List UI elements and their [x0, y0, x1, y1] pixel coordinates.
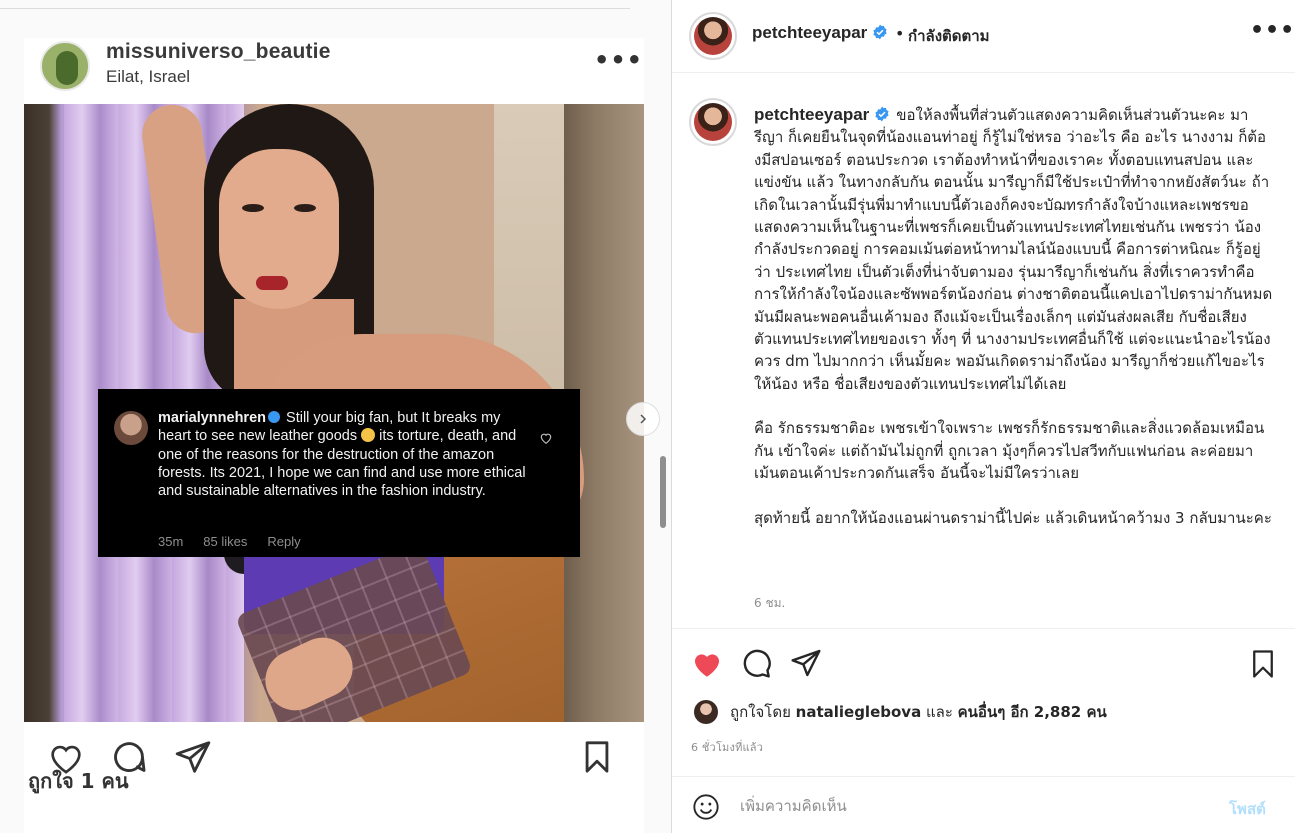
comment-input[interactable]: [740, 791, 1200, 821]
liked-by-line: ถูกใจโดย natalieglebova และ คนอื่นๆ อีก …: [694, 700, 1107, 724]
caption-paragraph-3: สุดท้ายนี้ อยากให้น้องแอนผ่านดราม่านี้ไป…: [754, 508, 1272, 527]
liked-by-and: และ: [921, 703, 958, 721]
emoji-picker-icon[interactable]: [692, 793, 720, 821]
comment-icon[interactable]: [740, 647, 772, 679]
caption-paragraph-2: คือ รักธรรมชาติอะ เพชรเข้าใจเพราะ เพชรก็…: [754, 419, 1265, 483]
eye-left-shape: [242, 204, 264, 212]
overlay-comment: marialynnehren Still your big fan, but I…: [98, 389, 580, 557]
caption-paragraph-1: petchteeyapar ขอให้ลงพื้นที่ส่วนตัวแสดงคว…: [754, 104, 1274, 395]
overlay-comment-text: marialynnehren Still your big fan, but I…: [158, 409, 526, 500]
embedded-location: Eilat, Israel: [106, 67, 191, 86]
caption-avatar[interactable]: [689, 98, 737, 146]
overlay-avatar: [114, 411, 148, 445]
liked-by-prefix: ถูกใจโดย: [730, 703, 796, 721]
embedded-likes-count: ถูกใจ 1 คน: [28, 769, 129, 793]
embedded-username: missuniverso_beautie: [106, 40, 331, 63]
chevron-right-icon: [640, 414, 647, 424]
embedded-bookmark-icon: [585, 741, 609, 773]
post-comment-button[interactable]: โพสต์: [1229, 797, 1266, 821]
comment-box: โพสต์: [672, 776, 1295, 833]
liked-by-others[interactable]: คนอื่นๆ อีก 2,882 คน: [958, 700, 1107, 724]
more-options-icon[interactable]: •••: [1250, 18, 1295, 43]
embedded-share-icon: [175, 741, 211, 773]
embedded-post-header: missuniverso_beautie Eilat, Israel •••: [24, 38, 644, 104]
caption-text: petchteeyapar ขอให้ลงพื้นที่ส่วนตัวแสดงคว…: [754, 104, 1274, 529]
next-media-arrow[interactable]: [626, 402, 660, 436]
overlay-likes: 85 likes: [203, 534, 248, 549]
overlay-reply: Reply: [267, 534, 301, 549]
post-header: petchteeyapar • กำลังติดตาม •••: [672, 0, 1295, 73]
embedded-post-screenshot: missuniverso_beautie Eilat, Israel ••• m: [24, 38, 644, 833]
header-separator: •: [895, 24, 905, 43]
like-heart-icon[interactable]: [690, 647, 724, 681]
embedded-more-icon: •••: [594, 46, 644, 74]
liked-by-user[interactable]: natalieglebova: [796, 703, 922, 721]
post-detail-panel: petchteeyapar • กำลังติดตาม ••• petchtee…: [672, 0, 1295, 833]
media-scrollbar[interactable]: [660, 456, 666, 528]
caption-section: petchteeyapar ขอให้ลงพื้นที่ส่วนตัวแสดงคว…: [672, 74, 1295, 628]
sad-emoji-icon: [361, 428, 376, 443]
overlay-heart-icon: [540, 433, 552, 444]
author-avatar[interactable]: [689, 12, 737, 60]
caption-verified-icon: [875, 106, 889, 122]
post-media[interactable]: missuniverso_beautie Eilat, Israel ••• m: [0, 0, 672, 833]
eye-right-shape: [294, 204, 316, 212]
liked-by-avatar[interactable]: [694, 700, 718, 724]
lips-shape: [256, 276, 288, 290]
embedded-photo: marialynnehren Still your big fan, but I…: [24, 104, 644, 722]
following-button[interactable]: กำลังติดตาม: [908, 24, 990, 48]
overlay-meta: 35m 85 likes Reply: [158, 534, 321, 549]
bookmark-icon[interactable]: [1248, 647, 1278, 681]
author-username-text[interactable]: petchteeyapar: [752, 23, 867, 42]
author-username[interactable]: petchteeyapar: [752, 23, 888, 43]
media-divider: [0, 8, 630, 9]
caption-timestamp[interactable]: 6 ชม.: [754, 594, 785, 613]
action-bar: [672, 628, 1295, 698]
overlay-username: marialynnehren: [158, 410, 266, 426]
caption-username[interactable]: petchteeyapar: [754, 105, 869, 124]
caption-text-1: ขอให้ลงพื้นที่ส่วนตัวแสดงความคิดเห็นส่วน…: [754, 106, 1273, 393]
overlay-verified-icon: [268, 411, 280, 423]
post-time-ago[interactable]: 6 ชั่วโมงที่แล้ว: [691, 738, 763, 756]
overlay-time: 35m: [158, 534, 184, 549]
embedded-avatar: [40, 41, 90, 91]
share-icon[interactable]: [790, 647, 822, 679]
verified-badge-icon: [873, 24, 887, 40]
